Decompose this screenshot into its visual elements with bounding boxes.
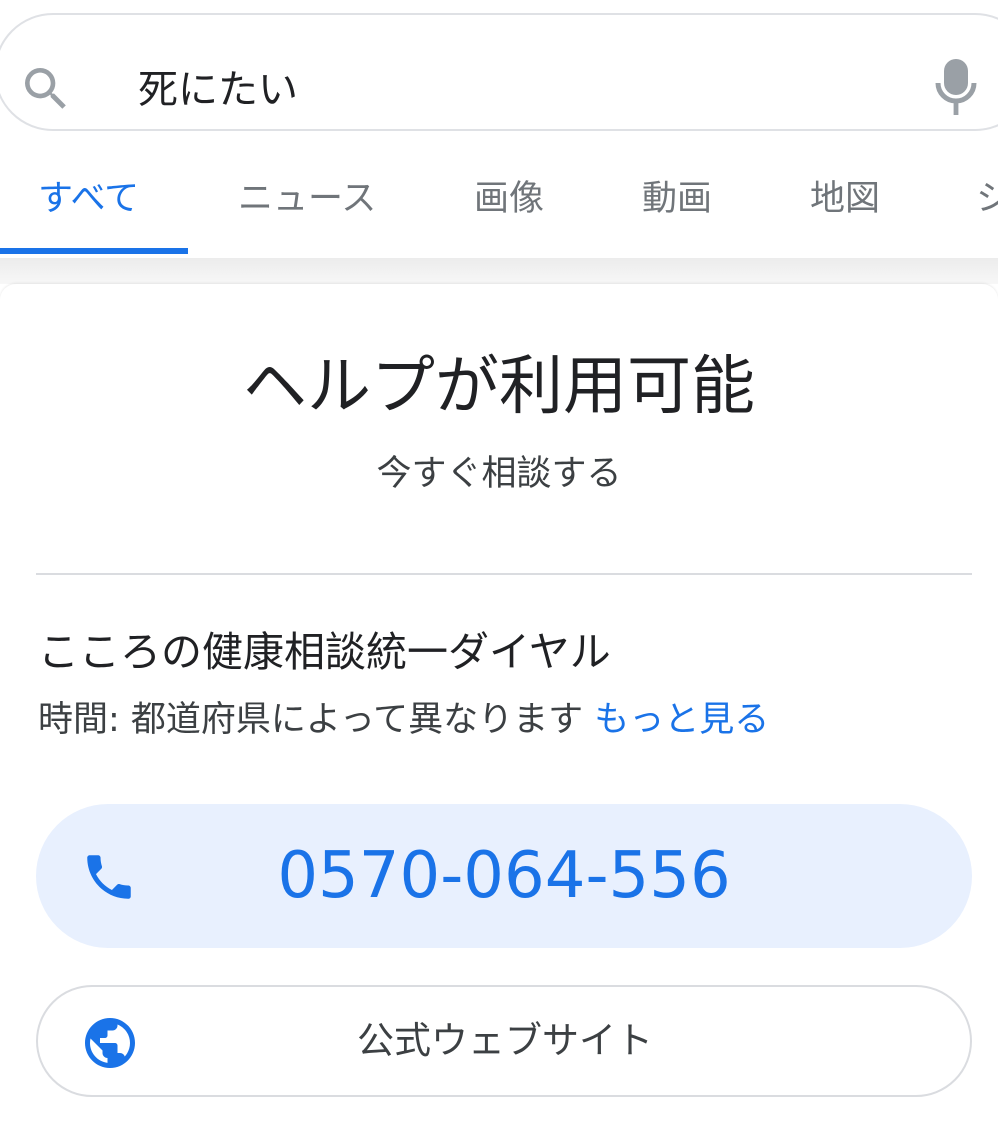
card-separator [0, 258, 998, 284]
help-card: ヘルプが利用可能 今すぐ相談する こころの健康相談統一ダイヤル 時間: 都道府県… [0, 284, 998, 1139]
hours-line: 時間: 都道府県によって異なります もっと見る [38, 692, 769, 748]
tab-videos[interactable]: 動画 [642, 174, 712, 224]
search-icon[interactable] [18, 61, 74, 117]
hours-text: 時間: 都道府県によって異なります [38, 700, 584, 740]
search-input[interactable]: 死にたい [138, 55, 298, 125]
mic-icon[interactable] [932, 55, 980, 119]
tab-news[interactable]: ニュース [238, 174, 376, 224]
hotline-name: こころの健康相談統一ダイヤル [38, 628, 611, 676]
search-tabs: すべて ニュース 画像 動画 地図 シ [0, 150, 998, 256]
tab-all[interactable]: すべて [38, 174, 139, 224]
help-subtitle: 今すぐ相談する [376, 454, 622, 494]
more-link[interactable]: もっと見る [594, 700, 769, 740]
tab-shopping[interactable]: シ [976, 174, 998, 224]
active-tab-indicator [0, 248, 188, 254]
help-title: ヘルプが利用可能 [243, 350, 755, 424]
website-label: 公式ウェブサイト [357, 1019, 653, 1062]
tab-maps[interactable]: 地図 [810, 174, 880, 224]
official-website-button[interactable]: 公式ウェブサイト [36, 985, 972, 1097]
search-results-page: 死にたい すべて ニュース 画像 動画 地図 シ ヘルプが利用可能 今すぐ相談す… [0, 0, 998, 1139]
call-button[interactable]: 0570-064-556 [36, 804, 972, 948]
search-bar[interactable]: 死にたい [0, 13, 998, 131]
tab-images[interactable]: 画像 [474, 174, 544, 224]
divider [36, 573, 972, 575]
phone-number: 0570-064-556 [277, 839, 731, 913]
